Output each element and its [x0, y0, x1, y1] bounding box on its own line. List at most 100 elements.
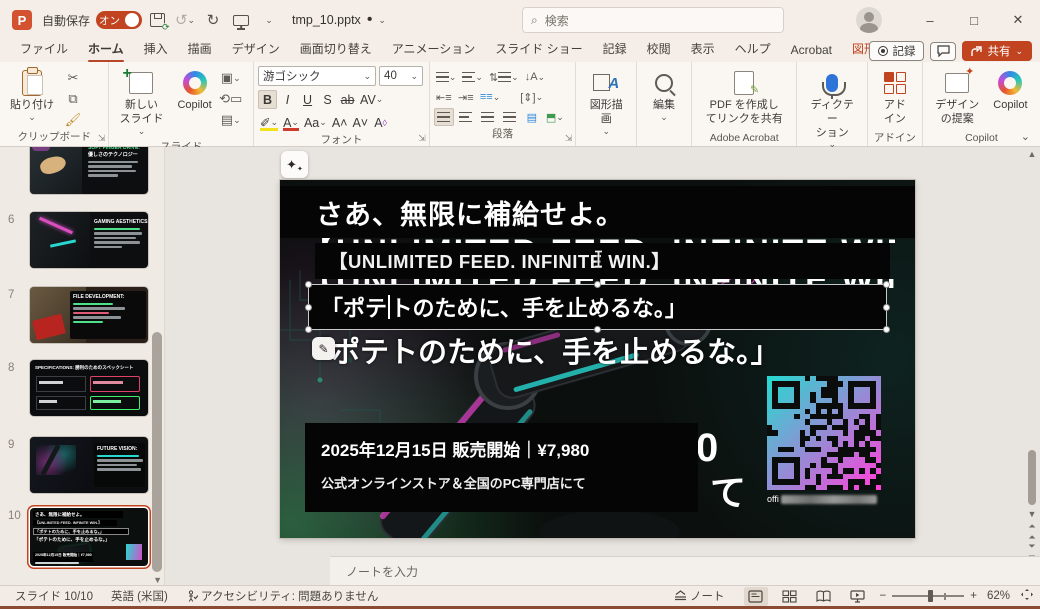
- zoom-slider[interactable]: − +: [880, 590, 977, 603]
- columns-button[interactable]: ≡≡ ⌄: [478, 88, 502, 106]
- copilot-ribbon-button[interactable]: Copilot: [171, 66, 217, 116]
- thumbnail-scrollbar[interactable]: [152, 332, 162, 572]
- section-button[interactable]: ▤ ⌄: [220, 111, 242, 129]
- align-text-button[interactable]: [⇕] ⌄: [518, 88, 545, 106]
- tab-insert[interactable]: 挿入: [134, 38, 178, 62]
- maximize-button[interactable]: □: [952, 0, 996, 40]
- character-spacing-button[interactable]: AV ⌄: [358, 90, 385, 109]
- tab-acrobat[interactable]: Acrobat: [781, 41, 842, 62]
- decrease-indent-button[interactable]: ⇤≡: [434, 88, 454, 106]
- account-avatar[interactable]: [856, 7, 882, 33]
- tab-file[interactable]: ファイル: [10, 38, 78, 62]
- tab-design[interactable]: デザイン: [222, 38, 290, 62]
- minimize-button[interactable]: –: [908, 0, 952, 40]
- thumbnail-slide-6[interactable]: GAMING AESTHETICS:: [30, 212, 148, 268]
- design-ideas-button[interactable]: デザイン の提案: [929, 66, 985, 130]
- italic-button[interactable]: I: [278, 90, 297, 109]
- slideshow-view-button[interactable]: [846, 587, 870, 606]
- clear-formatting-button[interactable]: A ◊: [371, 113, 390, 132]
- reading-view-button[interactable]: [812, 587, 836, 606]
- close-button[interactable]: ✕: [996, 0, 1040, 40]
- slide-headline[interactable]: さあ、無限に補給せよ。: [280, 186, 915, 238]
- tab-draw[interactable]: 描画: [178, 38, 222, 62]
- new-slide-button[interactable]: 新しい スライド ⌄: [113, 64, 169, 139]
- text-direction-button[interactable]: ↓A ⌄: [523, 68, 547, 86]
- thumbnail-scroll-down-icon[interactable]: ▼: [153, 575, 162, 585]
- line-spacing-button[interactable]: ⇅ ⌄: [487, 68, 521, 86]
- zoom-thumb[interactable]: [928, 590, 934, 603]
- thumbnail-slide-8[interactable]: SPECIFICATIONS: 勝利のためのスペックシート: [30, 360, 148, 416]
- resize-handle-nw[interactable]: [305, 281, 312, 288]
- search-input[interactable]: ⌕ 検索: [522, 7, 784, 33]
- designer-sparkle-button[interactable]: ✦ ✦: [281, 151, 308, 178]
- convert-smartart-button[interactable]: ▤: [522, 108, 542, 126]
- copy-button[interactable]: ⧉: [62, 90, 84, 108]
- text-highlight-button[interactable]: ✐ ⌄: [258, 113, 280, 132]
- resize-handle-e[interactable]: [883, 304, 890, 311]
- share-button[interactable]: 共有 ⌄: [962, 41, 1032, 61]
- font-name-select[interactable]: 游ゴシック ⌄: [258, 66, 377, 86]
- arrange-shapes-button[interactable]: ⬒ ⌄: [544, 108, 566, 126]
- zoom-track[interactable]: [892, 590, 965, 603]
- strikethrough-button[interactable]: ab: [338, 90, 357, 109]
- clipboard-dialog-launcher[interactable]: ⇲: [98, 133, 106, 144]
- text-shadow-button[interactable]: S: [318, 90, 337, 109]
- resize-handle-se[interactable]: [883, 326, 890, 333]
- justify-button[interactable]: [500, 108, 520, 126]
- release-info-box[interactable]: 2025年12月15日 販売開始｜¥7,980 公式オンラインストア＆全国のPC…: [305, 423, 698, 512]
- tab-animations[interactable]: アニメーション: [382, 38, 486, 62]
- previous-slide-button[interactable]: ⏶ ⏶: [1026, 521, 1038, 543]
- scroll-up-icon[interactable]: ▲: [1026, 149, 1038, 159]
- slide-counter[interactable]: スライド 10/10: [6, 588, 102, 604]
- addins-button[interactable]: アド イン: [878, 66, 912, 130]
- shrink-font-button[interactable]: A˅: [350, 113, 370, 132]
- thumbnail-slide-9[interactable]: FUTURE VISION:: [30, 437, 148, 493]
- tab-review[interactable]: 校閲: [637, 38, 681, 62]
- tab-slideshow[interactable]: スライド ショー: [485, 38, 592, 62]
- resize-handle-s[interactable]: [594, 326, 601, 333]
- tab-help[interactable]: ヘルプ: [725, 38, 781, 62]
- vertical-scrollbar[interactable]: ▲ ▼ ⏶⏶ ⏷⏷: [1026, 147, 1038, 585]
- grow-font-button[interactable]: A˄: [330, 113, 350, 132]
- change-case-button[interactable]: Aa ⌄: [302, 113, 329, 132]
- tagline-textbox[interactable]: 「ポテ トのために、手を止めるな。」: [308, 284, 887, 330]
- font-dialog-launcher[interactable]: ⇲: [418, 133, 426, 144]
- tab-transitions[interactable]: 画面切り替え: [290, 38, 382, 62]
- zoom-out-button[interactable]: −: [880, 590, 887, 602]
- save-button[interactable]: [144, 7, 170, 33]
- tab-record[interactable]: 記録: [593, 38, 637, 62]
- zoom-in-button[interactable]: +: [970, 590, 977, 602]
- increase-indent-button[interactable]: ⇥≡: [456, 88, 476, 106]
- pen-edit-button[interactable]: ✎: [312, 337, 335, 360]
- bullets-button[interactable]: ⌄: [434, 68, 459, 86]
- slide-editor[interactable]: 【UNLIMITED FEED. INFINITE WIN.】 【UNLIMIT…: [280, 180, 915, 538]
- bold-button[interactable]: B: [258, 90, 278, 109]
- slide-layout-button[interactable]: ▣ ⌄: [220, 69, 242, 87]
- cut-button[interactable]: ✂: [62, 69, 84, 87]
- redo-button[interactable]: ↻: [200, 7, 226, 33]
- comments-button[interactable]: [930, 41, 957, 61]
- start-slideshow-button[interactable]: [228, 7, 254, 33]
- scrollbar-thumb[interactable]: [1028, 450, 1036, 505]
- paste-button[interactable]: 貼り付け ⌄: [4, 66, 60, 125]
- align-right-button[interactable]: [478, 108, 498, 126]
- slide-sorter-view-button[interactable]: [778, 587, 802, 606]
- paragraph-dialog-launcher[interactable]: ⇲: [565, 133, 573, 144]
- autosave-toggle[interactable]: オン: [96, 11, 143, 29]
- record-button[interactable]: 記録: [869, 41, 925, 61]
- customize-quick-access-button[interactable]: ⌄: [256, 7, 282, 33]
- format-painter-button[interactable]: 🖌: [62, 111, 84, 129]
- resize-handle-n[interactable]: [594, 281, 601, 288]
- notes-toggle-button[interactable]: ノート: [665, 588, 734, 604]
- underline-button[interactable]: U: [298, 90, 317, 109]
- create-pdf-button[interactable]: PDF を作成し てリンクを共有: [700, 66, 789, 130]
- accessibility-status[interactable]: アクセシビリティ: 問題ありません: [177, 588, 387, 604]
- autosave-control[interactable]: 自動保存 オン: [42, 11, 143, 29]
- editing-button[interactable]: 編集 ⌄: [647, 66, 681, 125]
- fit-to-window-button[interactable]: [1020, 588, 1034, 604]
- dictation-button[interactable]: ディクテー ション ⌄: [801, 66, 862, 152]
- scroll-down-icon[interactable]: ▼: [1026, 509, 1038, 519]
- thumbnail-slide-10[interactable]: さあ、無限に補給せよ。 【UNLIMITED FEED. INFINITE WI…: [30, 508, 148, 566]
- font-color-button[interactable]: A ⌄: [281, 113, 301, 132]
- thumbnail-slide-7[interactable]: FILE DEVELOPMENT:: [30, 287, 148, 343]
